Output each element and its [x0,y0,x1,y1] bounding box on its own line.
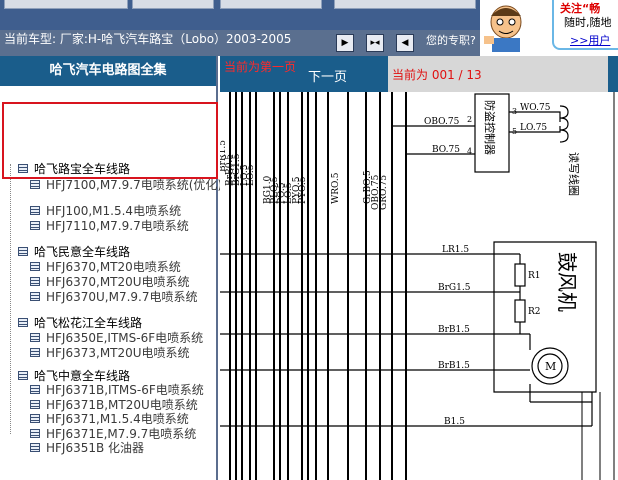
resistor-label: R2 [528,307,541,317]
top-toolbar [0,0,480,30]
wire-label: WO.75 [520,103,551,113]
wire-label: WRO.5 [331,172,341,204]
contact-label: 您的专职? [426,34,476,47]
toolbar-button[interactable] [4,0,128,9]
sidebar: 哈飞汽车电路图全集 哈飞路宝全车线路 HFJ7100,M7.9.7电喷系统(优化… [0,56,222,480]
next-page-link[interactable]: 下一页 [308,66,347,85]
document-icon [30,348,40,357]
blower-label: 鼓风机 [555,252,579,312]
folder-icon [18,318,28,327]
wire-label: GRO.75 [379,175,389,210]
nav-next-icon[interactable]: ▶ [336,34,354,52]
car-info-bar: 当前车型: 厂家:H-哈飞汽车路宝（Lobo）2003-2005 ▶ ▸◂ ◀ … [0,30,480,56]
document-icon [30,277,40,286]
toolbar-button[interactable] [220,0,322,9]
vertical-wires [229,92,407,480]
wire-label: BrB1.5 [438,325,470,335]
toolbar-button[interactable] [132,0,214,9]
current-car-label: 当前车型: 厂家:H-哈飞汽车路宝（Lobo）2003-2005 [4,32,292,46]
sidebar-title: 哈飞汽车电路图全集 [0,56,216,86]
tree-item[interactable]: HFJ6373,MT20U电喷系统 [30,344,190,361]
tree-item[interactable]: HFJ6351B 化油器 [30,439,144,456]
nav-expand-icon[interactable]: ▸◂ [366,34,384,52]
page-indicator-box: 当前为 001 / 13 [388,56,608,92]
wire-label: PYO.5 [298,176,308,204]
ad-link[interactable]: >>用户 [570,32,610,48]
wire-label: OBO.75 [424,117,460,127]
folder-icon [18,371,28,380]
tree-item[interactable]: HFJ7110,M7.9.7电喷系统 [30,217,189,234]
wire-label: LR1.5 [442,245,469,255]
document-icon [30,262,40,271]
wire-label: LO.75 [520,123,547,133]
document-icon [30,292,40,301]
page-indicator: 当前为 001 / 13 [392,68,482,82]
blower-wire-labels: LR1.5 BrG1.5 BrB1.5 BrB1.5 B1.5 [438,245,471,427]
document-icon [30,333,40,342]
toolbar-button[interactable] [334,0,476,9]
ad-subtitle: 随时,随地 [564,16,612,29]
wire-label: BO.75 [432,145,460,155]
wiring-diagram-canvas: BrR1.5 BrR0.5 BrG1.5 LO.5 LO.5 BG1.0 PLO… [220,92,615,480]
wire-label: BrB1.5 [438,361,470,371]
right-side-wires [581,92,615,480]
document-icon [30,180,40,189]
motor-label: M [545,360,556,373]
document-icon [30,429,40,438]
blower-circuit [220,241,597,427]
wiring-diagram[interactable]: BrR1.5 BrR0.5 BrG1.5 LO.5 LO.5 BG1.0 PLO… [220,92,618,480]
pin-label: 2 [467,115,472,124]
tree-item[interactable]: HFJ6370U,M7.9.7电喷系统 [30,288,198,305]
pin-label: 4 [467,147,472,156]
anti-theft-controller-label: 防盗控制器 [483,100,497,155]
nav-prev-icon[interactable]: ◀ [396,34,414,52]
wire-label: LO.5 [246,164,256,186]
document-icon [30,385,40,394]
document-icon [30,400,40,409]
read-write-coil-label: 读写线圈 [567,152,581,196]
folder-icon [18,247,28,256]
prev-page-link[interactable]: 当前为第一页 [224,60,296,74]
document-icon [30,221,40,230]
vertical-wire-labels: BrR1.5 BrR0.5 BrG1.5 LO.5 LO.5 BG1.0 PLO… [220,140,389,210]
wire-label: B1.5 [444,417,465,427]
selection-highlight [2,102,218,179]
ad-banner[interactable]: 关注“畅 随时,随地 >>用户 [480,0,618,56]
resistor-label: R1 [528,271,541,281]
diagram-nav-bar: 当前为第一页 下一页 当前为 001 / 13 [220,56,618,92]
document-icon [30,414,40,423]
document-icon [30,206,40,215]
tree-connector [10,164,12,434]
wire-label: BrG1.5 [438,283,471,293]
document-icon [30,443,40,452]
mascot-icon [484,5,522,52]
